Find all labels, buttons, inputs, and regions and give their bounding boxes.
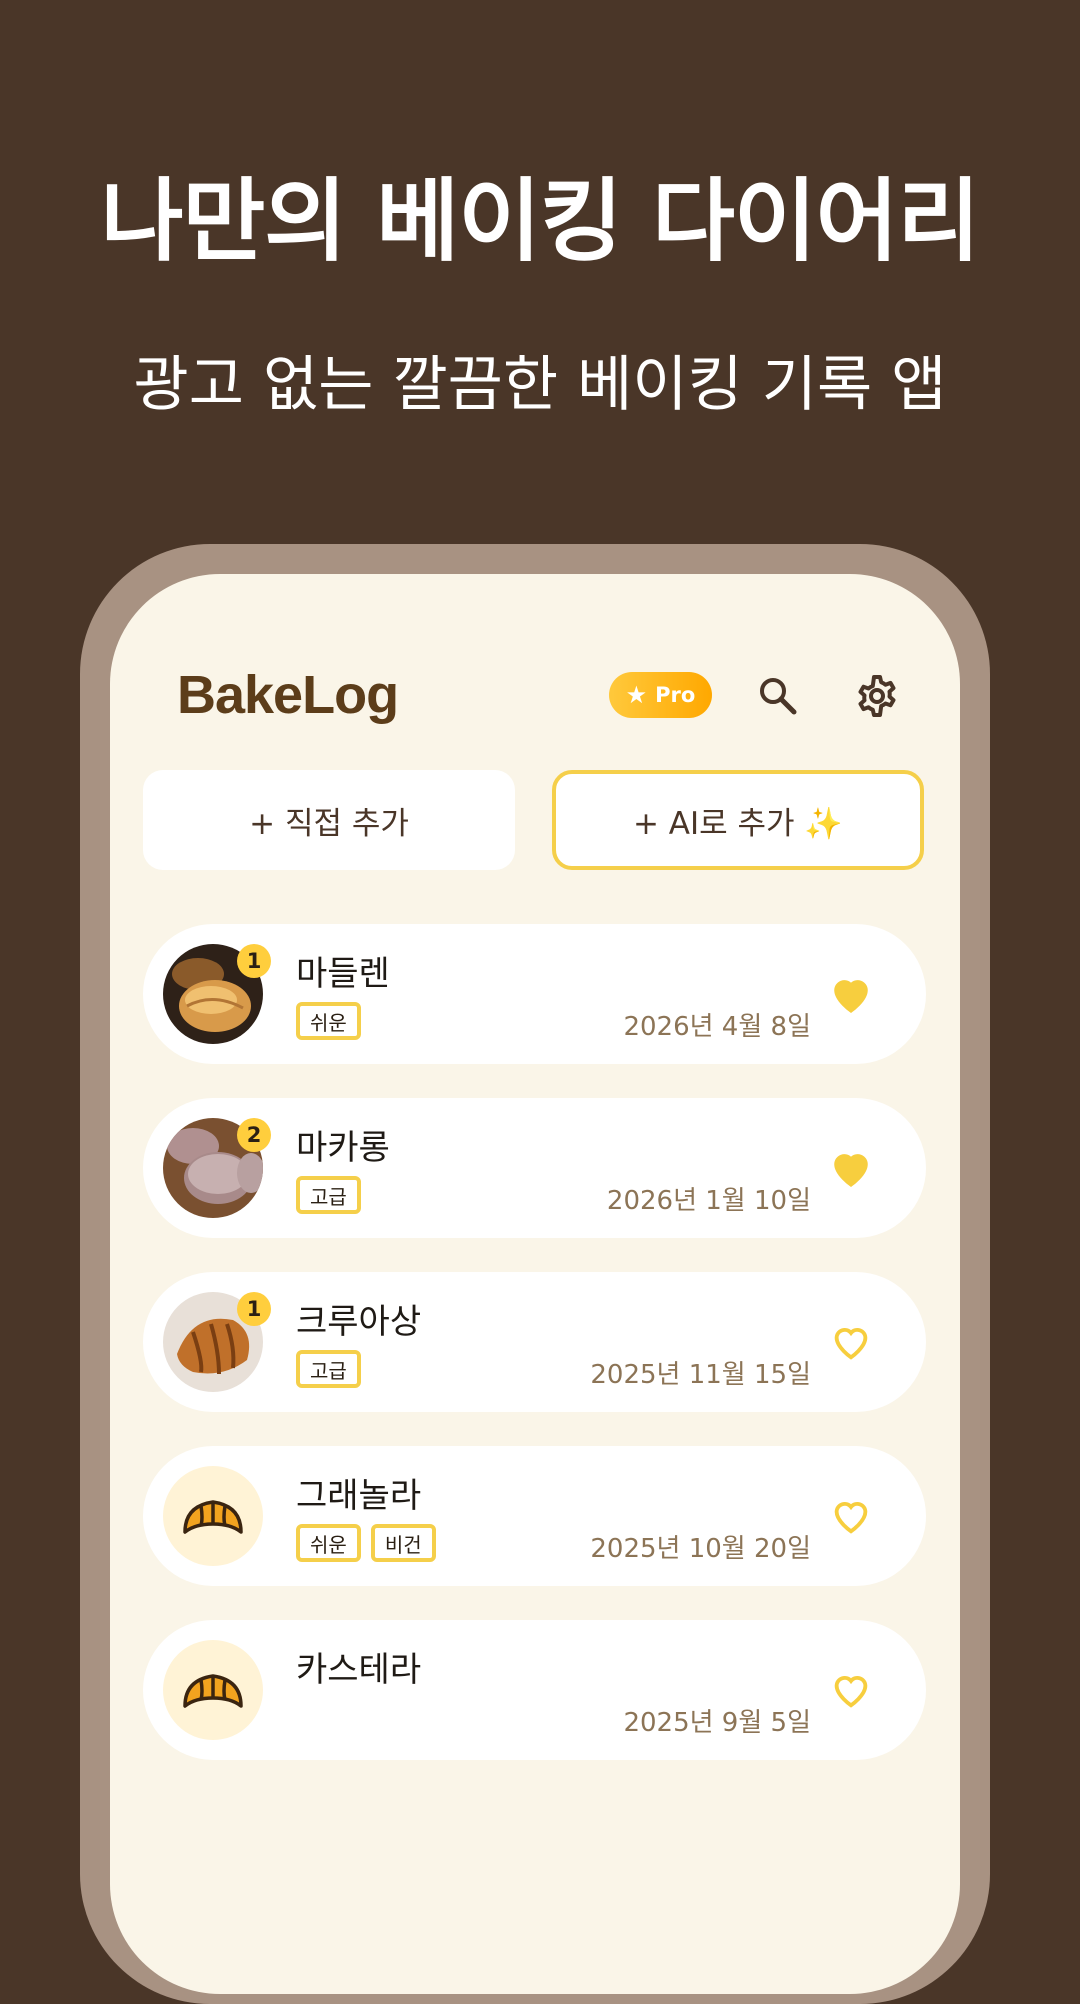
item-date: 2025년 11월 15일	[590, 1360, 811, 1390]
ai-add-button[interactable]: + AI로 추가 ✨	[552, 770, 924, 870]
pro-label: Pro	[655, 683, 696, 707]
list-item[interactable]: 2 마카롱 고급 2026년 1월 10일	[143, 1098, 926, 1238]
item-date: 2026년 4월 8일	[623, 1012, 811, 1042]
heart-outline-icon[interactable]	[828, 1493, 874, 1539]
star-icon: ★	[625, 681, 648, 709]
croissant-icon	[163, 1466, 263, 1566]
tag: 고급	[296, 1176, 361, 1214]
pro-badge[interactable]: ★ Pro	[609, 672, 712, 718]
item-name: 그래놀라	[296, 1476, 422, 1516]
settings-button[interactable]	[847, 666, 907, 726]
app-logo: BakeLog	[177, 665, 399, 725]
croissant-icon	[163, 1640, 263, 1740]
heart-filled-icon[interactable]	[828, 971, 874, 1017]
list-item[interactable]: 1 마들렌 쉬운 2026년 4월 8일	[143, 924, 926, 1064]
list-item[interactable]: 그래놀라 쉬운 비건 2025년 10월 20일	[143, 1446, 926, 1586]
search-button[interactable]	[748, 666, 808, 726]
phone-screen: BakeLog ★ Pro + 직접 추가 + AI로 추가 ✨ 1 마들렌 쉬…	[110, 574, 960, 1994]
hero-subtitle: 광고 없는 깔끔한 베이킹 기록 앱	[133, 350, 947, 420]
tag: 고급	[296, 1350, 361, 1388]
item-name: 마들렌	[296, 954, 390, 994]
item-date: 2025년 10월 20일	[590, 1534, 811, 1564]
item-date: 2026년 1월 10일	[606, 1186, 811, 1216]
heart-outline-icon[interactable]	[828, 1319, 874, 1365]
tag: 쉬운	[296, 1524, 361, 1562]
item-name: 카스테라	[296, 1650, 422, 1690]
gear-icon	[858, 675, 896, 717]
item-name: 크루아상	[296, 1302, 422, 1342]
heart-filled-icon[interactable]	[828, 1145, 874, 1191]
list-item[interactable]: 1 크루아상 고급 2025년 11월 15일	[143, 1272, 926, 1412]
hero-title: 나만의 베이킹 다이어리	[100, 169, 981, 274]
item-name: 마카롱	[296, 1128, 390, 1168]
list-item[interactable]: 카스테라 2025년 9월 5일	[143, 1620, 926, 1760]
manual-add-button[interactable]: + 직접 추가	[143, 770, 515, 870]
tag: 비건	[370, 1524, 436, 1562]
search-icon	[760, 678, 797, 715]
tag: 쉬운	[296, 1002, 361, 1040]
count-badge: 2	[237, 1118, 271, 1152]
item-date: 2025년 9월 5일	[623, 1708, 811, 1738]
count-badge: 1	[237, 944, 271, 978]
count-badge: 1	[237, 1292, 271, 1326]
heart-outline-icon[interactable]	[828, 1667, 874, 1713]
